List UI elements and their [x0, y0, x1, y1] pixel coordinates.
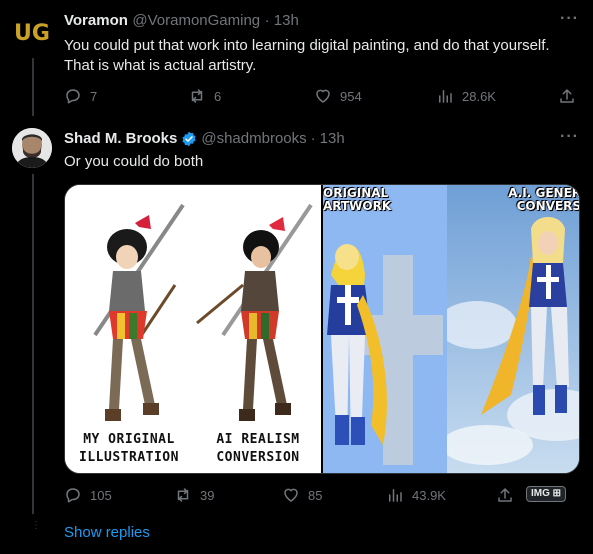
share-button[interactable]	[558, 86, 576, 106]
artwork-title-line: CONVERS	[516, 199, 579, 213]
thread-line	[32, 58, 34, 116]
reply-count: 7	[90, 88, 98, 104]
caption-line: MY ORIGINAL	[83, 432, 175, 447]
views-chart-icon	[389, 489, 402, 502]
view-count: 43.9K	[412, 487, 446, 503]
voramon-logo-icon: UG	[12, 12, 52, 52]
more-options-icon[interactable]: ···	[560, 10, 579, 28]
avatar[interactable]: UG	[12, 12, 52, 52]
original-artwork-panel: ORIGINAL ARTWORK	[323, 185, 447, 473]
ai-realism-panel: AI REALISM CONVERSION	[193, 185, 321, 473]
caption-original: MY ORIGINAL ILLUSTRATION	[65, 431, 193, 467]
separator-dot: ·	[310, 130, 316, 147]
tweet-actions: 105 39 85 43.9K IMG ⊞	[64, 485, 578, 505]
artwork-title-line: ARTWORK	[323, 199, 392, 213]
retweet-count: 39	[200, 487, 215, 503]
superhero-ai-image	[447, 185, 579, 473]
share-icon	[498, 488, 512, 502]
retweet-button[interactable]: 6	[188, 86, 221, 106]
like-count: 85	[308, 487, 323, 503]
profile-photo-icon	[12, 128, 52, 168]
verified-badge-icon	[182, 131, 196, 146]
more-options-icon[interactable]: ···	[560, 128, 579, 146]
reply-button[interactable]: 7	[64, 86, 97, 106]
author-name[interactable]: Shad M. Brooks	[64, 130, 177, 147]
caption-line: AI REALISM	[216, 432, 300, 447]
ai-generated-panel: A.I. GENER CONVERS	[447, 185, 579, 473]
retweet-icon	[191, 89, 203, 103]
views-button[interactable]: 43.9K	[386, 485, 446, 505]
img-badge-label: IMG	[531, 488, 550, 499]
views-chart-icon	[439, 90, 452, 103]
tweet-actions: 7 6 954 28.6K	[64, 86, 578, 106]
tweet-text: Or you could do both	[64, 153, 204, 170]
retweet-icon	[177, 488, 189, 502]
retweet-button[interactable]: 39	[174, 485, 214, 505]
share-button[interactable]	[496, 485, 514, 505]
tweet-time[interactable]: 13h	[320, 130, 345, 147]
tweet-header: Shad M. Brooks @shadmbrooks · 13h	[64, 130, 345, 147]
svg-text:UG: UG	[14, 21, 50, 46]
illustration-panel: MY ORIGINAL ILLUSTRATION	[65, 185, 193, 473]
heart-icon	[284, 488, 298, 502]
author-handle[interactable]: @VoramonGaming	[132, 12, 260, 29]
thread-dots: ⋮	[31, 520, 41, 531]
avatar[interactable]	[12, 128, 52, 168]
tweet-header: Voramon @VoramonGaming · 13h	[64, 12, 299, 30]
like-button[interactable]: 85	[282, 485, 322, 505]
tweet-time[interactable]: 13h	[274, 12, 299, 29]
artwork-title: ORIGINAL ARTWORK	[323, 187, 391, 213]
retweet-count: 6	[214, 88, 222, 104]
caption-line: CONVERSION	[216, 450, 300, 465]
caption-ai: AI REALISM CONVERSION	[193, 431, 323, 467]
thread-line	[32, 174, 34, 514]
img-badge[interactable]: IMG ⊞	[526, 486, 567, 502]
tweet-text-line: You could put that work into learning di…	[64, 37, 550, 54]
like-button[interactable]: 954	[314, 86, 362, 106]
show-replies-link[interactable]: Show replies	[64, 524, 150, 541]
view-count: 28.6K	[462, 88, 496, 104]
author-handle[interactable]: @shadmbrooks	[201, 130, 306, 147]
tweet-text-line: That is what is actual artistry.	[64, 57, 257, 74]
like-count: 954	[340, 88, 362, 104]
heart-icon	[316, 89, 330, 103]
artwork-title: A.I. GENER CONVERS	[501, 187, 579, 213]
reply-button[interactable]: 105	[64, 485, 112, 505]
superhero-original-drawing	[323, 185, 447, 473]
reply-icon	[66, 488, 80, 503]
reply-count: 105	[90, 487, 112, 503]
tweet-text: You could put that work into learning di…	[64, 36, 584, 76]
separator-dot: ·	[264, 12, 274, 29]
image-icon: ⊞	[549, 488, 562, 499]
share-icon	[560, 89, 574, 103]
warrior-girl-realistic	[196, 203, 313, 421]
views-button[interactable]: 28.6K	[436, 86, 496, 106]
tweet-image[interactable]: MY ORIGINAL ILLUSTRATION AI REALISM CONV…	[64, 184, 580, 474]
author-name[interactable]: Voramon	[64, 12, 128, 29]
caption-line: ILLUSTRATION	[79, 450, 179, 465]
reply-icon	[66, 89, 80, 104]
warrior-girl-drawing	[93, 203, 185, 421]
